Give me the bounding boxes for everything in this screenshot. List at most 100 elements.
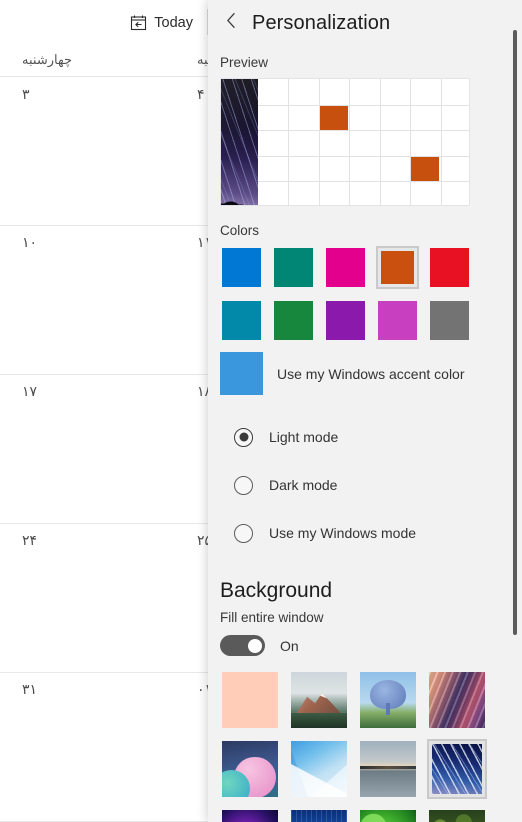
preview-wallpaper-strip — [221, 79, 258, 205]
calendar-day-number[interactable]: ۱۷ — [22, 383, 37, 400]
preview-grid-line — [410, 79, 411, 205]
color-swatch-fill — [222, 248, 261, 287]
color-swatch-fill — [274, 248, 313, 287]
calendar-day-number[interactable]: ۱۰ — [22, 234, 37, 251]
calendar-week-row[interactable]: ۱۷ ۱۸ — [0, 375, 215, 524]
color-swatch-row — [220, 299, 522, 342]
calendar-day-number[interactable]: ۳۱ — [22, 681, 37, 698]
color-swatch-fill — [430, 248, 469, 287]
color-swatch-magenta[interactable] — [324, 246, 367, 289]
wallpaper-thumbnail-image — [291, 741, 347, 797]
color-swatch-fill — [430, 301, 469, 340]
wallpaper-thumbnail-blue-crystal[interactable] — [289, 739, 349, 799]
color-swatch-fill — [381, 251, 414, 284]
preview-grid-line — [258, 181, 469, 182]
fill-entire-window-toggle[interactable] — [220, 635, 265, 656]
wallpaper-thumbnail-image — [360, 672, 416, 728]
background-heading: Background — [220, 579, 333, 602]
mode-option-windows[interactable]: Use my Windows mode — [220, 509, 522, 557]
color-swatch-blue[interactable] — [220, 246, 263, 289]
radio-button[interactable] — [234, 427, 253, 447]
colors-section: Colors Use my Windows accent color — [220, 223, 522, 395]
wallpaper-thumbnail-tree-landscape[interactable] — [358, 670, 418, 730]
color-swatch-orchid[interactable] — [376, 299, 419, 342]
color-swatch-fill — [222, 301, 261, 340]
color-swatch-orange[interactable] — [376, 246, 419, 289]
panel-scrollbar[interactable] — [513, 30, 517, 635]
preview-grid-line — [258, 105, 469, 106]
color-swatch-fill — [326, 301, 365, 340]
wallpaper-thumbnail-pink-circles[interactable] — [220, 739, 280, 799]
background-section: Background Fill entire window On — [220, 579, 522, 822]
fill-entire-window-row: On — [220, 635, 522, 656]
weekday-label: چهارشنبه — [22, 52, 72, 67]
calendar-week-row[interactable]: ۳۴ — [0, 78, 215, 226]
mode-option-label: Use my Windows mode — [269, 525, 417, 541]
mode-option-label: Light mode — [269, 429, 339, 445]
radio-button[interactable] — [234, 475, 253, 495]
color-swatch-gray[interactable] — [428, 299, 471, 342]
personalization-panel: Personalization Preview Colors Use my Wi… — [208, 0, 522, 822]
mode-option-label: Dark mode — [269, 477, 338, 493]
wallpaper-thumbnail-image — [222, 672, 278, 728]
wallpaper-thumbnail-mountain[interactable] — [289, 670, 349, 730]
preview-grid-line — [258, 130, 469, 131]
accent-color-swatch[interactable] — [220, 352, 263, 395]
radio-button[interactable] — [234, 523, 253, 543]
color-swatch-fill — [326, 248, 365, 287]
calendar-day-number[interactable]: ۴ — [197, 86, 205, 103]
wallpaper-thumbnail-purple-coral[interactable] — [220, 808, 280, 822]
calendar-day-number[interactable]: ۳ — [22, 86, 30, 103]
wallpaper-thumbnail-image — [291, 672, 347, 728]
calendar-week-row[interactable]: ۲۴ ۲۵ — [0, 524, 215, 673]
wallpaper-thumbnail-image — [432, 744, 482, 794]
scrollbar-thumb[interactable] — [513, 30, 517, 635]
color-swatch-cyan-blue[interactable] — [220, 299, 263, 342]
preview-box — [220, 78, 470, 206]
today-button-label: Today — [154, 14, 193, 31]
wallpaper-thumbnail-seascape[interactable] — [358, 739, 418, 799]
wallpaper-thumbnail-image — [291, 810, 347, 822]
calendar-week-row[interactable]: ۳۱ ۰۱ — [0, 673, 215, 822]
accent-color-label: Use my Windows accent color — [277, 365, 465, 382]
today-button[interactable]: Today — [124, 11, 199, 34]
toggle-knob — [248, 638, 262, 653]
fill-entire-window-label: Fill entire window — [220, 610, 324, 625]
color-swatch-fill — [274, 301, 313, 340]
calendar-background: Today چهارشنبه شنبه ۳۴۱۰۱۱۱۷۱۸۲۴۲۵۳۱۰۱ — [0, 0, 215, 822]
preview-grid-line — [441, 79, 442, 205]
calendar-toolbar: Today — [0, 0, 215, 45]
wallpaper-thumbnail-green-abstract[interactable] — [358, 808, 418, 822]
mode-option-dark[interactable]: Dark mode — [220, 461, 522, 509]
wallpaper-thumbnail-image — [429, 810, 485, 822]
preview-grid-line — [380, 79, 381, 205]
mode-option-light[interactable]: Light mode — [220, 413, 522, 461]
wallpaper-thumbnail-image — [222, 810, 278, 822]
chevron-left-icon — [226, 12, 237, 34]
windows-accent-option[interactable]: Use my Windows accent color — [220, 352, 522, 395]
theme-mode-group: Light mode Dark mode Use my Windows mode — [220, 413, 522, 557]
panel-header: Personalization — [208, 0, 522, 46]
calendar-week-row[interactable]: ۱۰ ۱۱ — [0, 226, 215, 375]
preview-calendar-grid — [258, 79, 469, 205]
color-swatch-red[interactable] — [428, 246, 471, 289]
calendar-day-number[interactable]: ۲۴ — [22, 532, 37, 549]
wallpaper-thumbnail-canyon-abstract[interactable] — [427, 670, 487, 730]
page-title: Personalization — [252, 11, 391, 34]
preview-grid-line — [319, 79, 320, 205]
wallpaper-thumbnail-solid-peach[interactable] — [220, 670, 280, 730]
color-swatch-purple[interactable] — [324, 299, 367, 342]
wallpaper-thumbnail-green-forest[interactable] — [427, 808, 487, 822]
color-swatch-teal[interactable] — [272, 246, 315, 289]
preview-label: Preview — [220, 55, 269, 70]
back-button[interactable] — [216, 8, 246, 38]
color-swatch-green[interactable] — [272, 299, 315, 342]
toggle-state-label: On — [280, 637, 299, 654]
color-swatch-fill — [378, 301, 417, 340]
wallpaper-thumbnail-grid — [220, 670, 492, 822]
wallpaper-thumbnail-meteor-shower[interactable] — [427, 739, 487, 799]
preview-grid-line — [288, 79, 289, 205]
preview-section: Preview — [220, 55, 522, 206]
calendar-today-icon — [130, 14, 147, 31]
wallpaper-thumbnail-blue-mountain[interactable] — [289, 808, 349, 822]
